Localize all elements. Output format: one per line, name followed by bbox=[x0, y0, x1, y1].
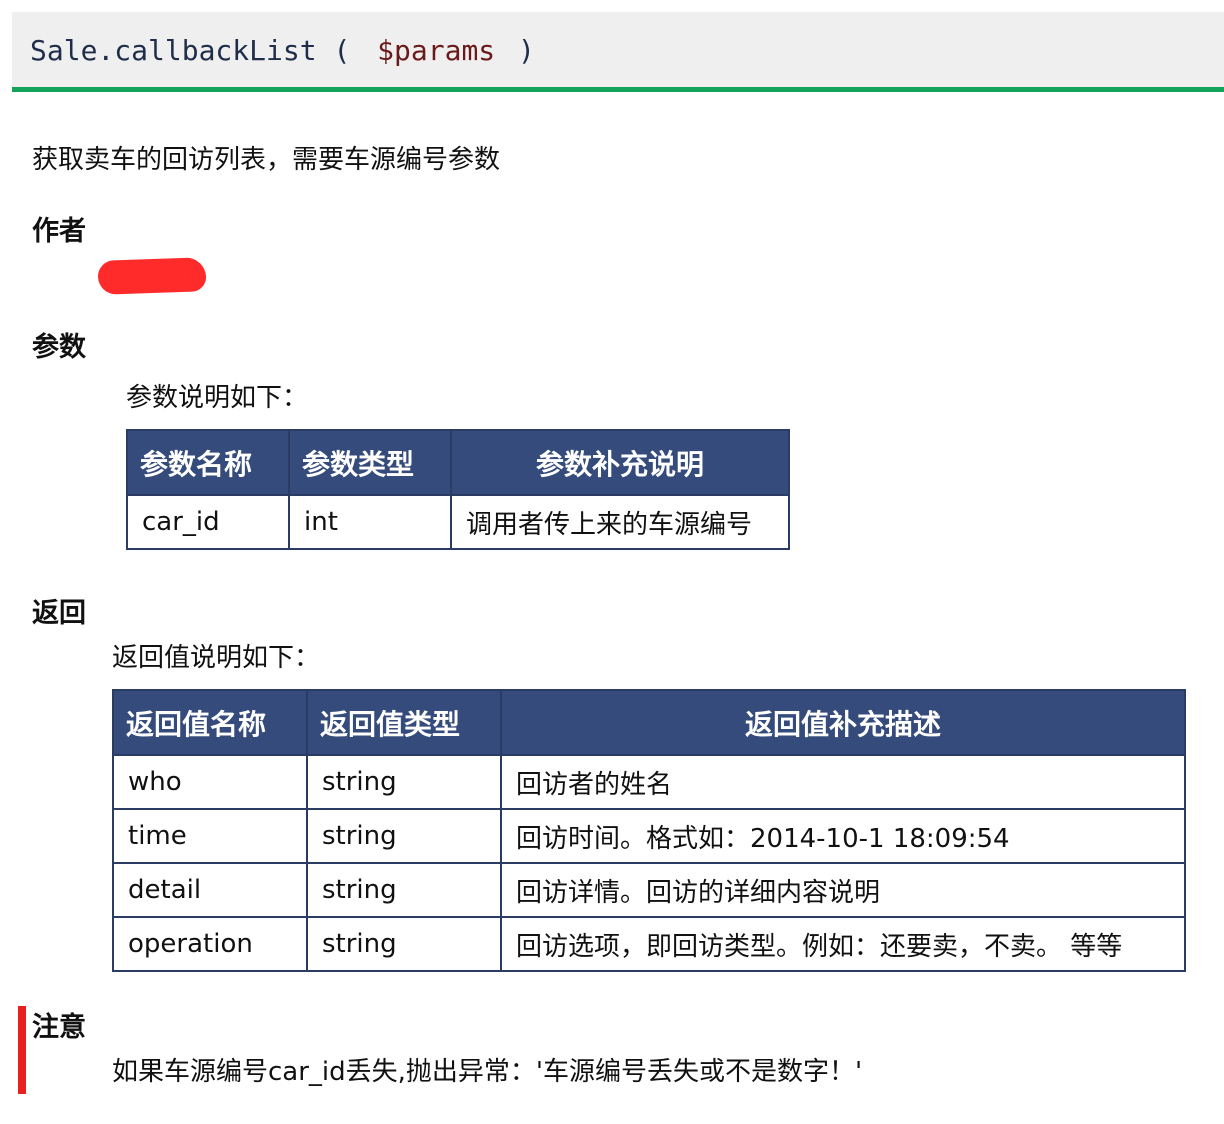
column-header: 返回值类型 bbox=[306, 689, 502, 756]
params-intro: 参数说明如下： bbox=[126, 383, 309, 413]
table-cell: 回访者的姓名 bbox=[500, 754, 1186, 810]
table-row: operation string 回访选项，即回访类型。例如：还要卖，不卖。 等… bbox=[112, 916, 1186, 972]
table-cell: car_id bbox=[126, 494, 290, 550]
table-cell: time bbox=[112, 808, 308, 864]
table-row: who string 回访者的姓名 bbox=[112, 754, 1186, 810]
column-header: 参数名称 bbox=[126, 429, 290, 496]
table-cell: 回访选项，即回访类型。例如：还要卖，不卖。 等等 bbox=[500, 916, 1186, 972]
return-heading: 返回 bbox=[32, 598, 86, 629]
table-row: time string 回访时间。格式如：2014-10-1 18:09:54 bbox=[112, 808, 1186, 864]
table-row: detail string 回访详情。回访的详细内容说明 bbox=[112, 862, 1186, 918]
note-accent-bar bbox=[18, 1006, 26, 1094]
function-signature: Sale.callbackList ( $params ) bbox=[30, 33, 535, 69]
param-name: $params bbox=[377, 34, 496, 67]
note-text: 如果车源编号car_id丢失,抛出异常：'车源编号丢失或不是数字！' bbox=[112, 1057, 863, 1087]
table-cell: 调用者传上来的车源编号 bbox=[450, 494, 790, 550]
table-cell: 回访详情。回访的详细内容说明 bbox=[500, 862, 1186, 918]
return-table: 返回值名称 返回值类型 返回值补充描述 who string 回访者的姓名 ti… bbox=[112, 689, 1186, 972]
table-cell: detail bbox=[112, 862, 308, 918]
return-intro: 返回值说明如下： bbox=[112, 643, 321, 673]
params-heading: 参数 bbox=[32, 332, 86, 363]
table-header-row: 参数名称 参数类型 参数补充说明 bbox=[126, 429, 790, 496]
table-cell: who bbox=[112, 754, 308, 810]
table-cell: operation bbox=[112, 916, 308, 972]
redaction-mark bbox=[97, 257, 207, 295]
function-name: Sale.callbackList bbox=[30, 34, 317, 67]
table-header-row: 返回值名称 返回值类型 返回值补充描述 bbox=[112, 689, 1186, 756]
note-heading: 注意 bbox=[32, 1012, 86, 1043]
table-cell: 回访时间。格式如：2014-10-1 18:09:54 bbox=[500, 808, 1186, 864]
author-heading: 作者 bbox=[32, 216, 86, 247]
function-description: 获取卖车的回访列表，需要车源编号参数 bbox=[32, 145, 501, 175]
table-cell: string bbox=[306, 808, 502, 864]
open-paren: ( bbox=[333, 34, 351, 67]
table-cell: string bbox=[306, 754, 502, 810]
params-table: 参数名称 参数类型 参数补充说明 car_id int 调用者传上来的车源编号 bbox=[126, 429, 790, 550]
table-cell: int bbox=[288, 494, 452, 550]
table-cell: string bbox=[306, 916, 502, 972]
table-cell: string bbox=[306, 862, 502, 918]
page-header: Sale.callbackList ( $params ) bbox=[12, 12, 1224, 92]
column-header: 参数类型 bbox=[288, 429, 452, 496]
column-header: 返回值名称 bbox=[112, 689, 308, 756]
close-paren: ) bbox=[518, 34, 535, 67]
column-header: 参数补充说明 bbox=[450, 429, 790, 496]
table-row: car_id int 调用者传上来的车源编号 bbox=[126, 494, 790, 550]
column-header: 返回值补充描述 bbox=[500, 689, 1186, 756]
